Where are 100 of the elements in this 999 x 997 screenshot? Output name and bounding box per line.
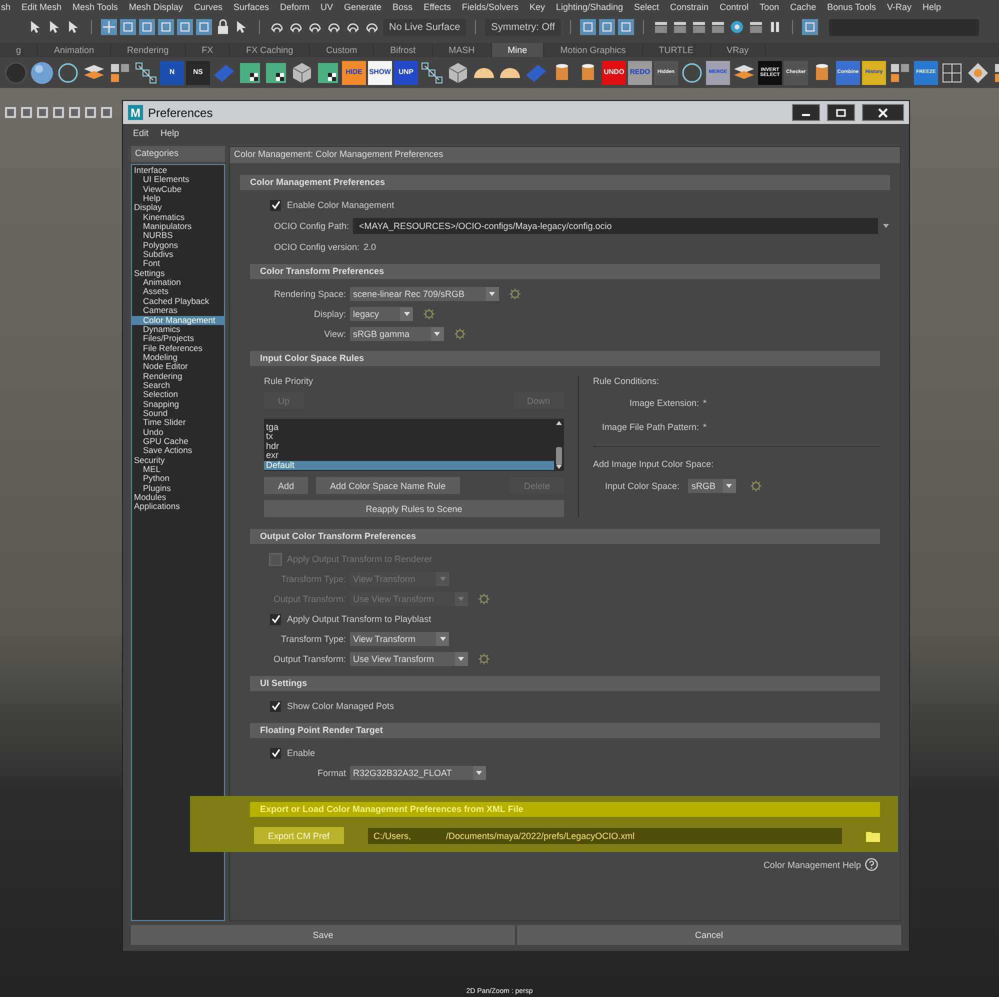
category-item[interactable]: NURBS (132, 231, 224, 241)
scrollbar[interactable] (554, 419, 564, 471)
checkbox[interactable] (270, 748, 281, 758)
category-item[interactable]: Manipulators (132, 222, 224, 232)
viewport-tool-icon[interactable] (4, 106, 17, 119)
checker-icon[interactable] (316, 60, 340, 84)
category-item[interactable]: Sound (132, 408, 224, 418)
category-item[interactable]: UI Elements (132, 175, 224, 185)
dialog-button[interactable]: Save (131, 925, 515, 945)
dropdown[interactable]: sRGB (688, 479, 736, 493)
rule-item[interactable]: exr (264, 451, 554, 461)
category-item[interactable]: Selection (132, 390, 224, 400)
menu-item[interactable]: Key (529, 2, 545, 12)
category-item[interactable]: Files/Projects (132, 334, 224, 344)
clapper-icon[interactable] (652, 19, 669, 35)
viewport-tool-icon[interactable] (68, 106, 81, 119)
category-item[interactable]: Assets (132, 287, 224, 297)
menu-item[interactable]: Bonus Tools (827, 2, 876, 12)
nodes-icon[interactable] (134, 60, 158, 84)
cube-icon[interactable] (290, 60, 314, 84)
lock-icon[interactable] (215, 19, 231, 35)
category-item[interactable]: Security (132, 456, 224, 465)
menu-item[interactable]: Lighting/Shading (556, 2, 624, 12)
category-item[interactable]: Settings (132, 268, 224, 278)
category-item[interactable]: Polygons (132, 240, 224, 250)
plus-icon[interactable] (101, 19, 117, 35)
menu-item[interactable]: Control (720, 2, 749, 12)
viewport-tool-icon[interactable] (84, 106, 97, 119)
button[interactable]: Add (264, 477, 308, 494)
square-icon[interactable] (618, 19, 634, 35)
menu-item[interactable]: Fields/Solvers (462, 2, 518, 12)
gear-icon[interactable] (423, 308, 436, 320)
category-item[interactable]: ViewCube (132, 184, 224, 194)
ring-icon[interactable] (728, 19, 745, 35)
category-item[interactable]: Dynamics (132, 324, 224, 334)
menu-item[interactable]: Edit Mesh (22, 2, 62, 12)
category-item[interactable]: Display (132, 203, 224, 213)
dropdown[interactable]: View Transform (350, 632, 450, 646)
category-item[interactable]: Save Actions (132, 446, 224, 456)
path-field[interactable]: <MAYA_RESOURCES>/OCIO-configs/Maya-legacy/config.ocio (353, 218, 878, 234)
close-button[interactable] (862, 104, 904, 121)
viewport-tool-icon[interactable] (100, 106, 113, 119)
category-item[interactable]: Undo (132, 428, 224, 437)
category-item[interactable]: File References (132, 344, 224, 353)
caret-icon[interactable] (882, 222, 890, 230)
button[interactable]: Reapply Rules to Scene (264, 500, 564, 517)
live-surface-field[interactable]: No Live Surface (383, 18, 466, 36)
checkbox[interactable] (270, 614, 281, 624)
ring-icon[interactable] (680, 60, 704, 84)
category-item[interactable]: Cameras (132, 306, 224, 316)
menu-item[interactable]: Cache (790, 2, 816, 12)
category-item[interactable]: Animation (132, 278, 224, 288)
category-item[interactable]: Node Editor (132, 362, 224, 372)
help-icon[interactable] (865, 858, 878, 871)
category-item[interactable]: GPU Cache (132, 436, 224, 446)
clapper-icon[interactable] (690, 19, 707, 35)
menu-item[interactable]: Select (634, 2, 660, 12)
category-item[interactable]: MEL (132, 465, 224, 474)
menu-item[interactable]: V-Ray (887, 2, 912, 12)
menu-item[interactable]: Boss (392, 2, 413, 12)
button[interactable]: Add Color Space Name Rule (316, 477, 460, 494)
viewport-tool-icon[interactable] (36, 106, 49, 119)
dropdown[interactable]: Use View Transform (350, 652, 468, 666)
dropdown[interactable]: scene-linear Rec 709/sRGB (350, 287, 499, 301)
category-item[interactable]: Plugins (132, 484, 224, 494)
category-item[interactable]: Python (132, 474, 224, 484)
category-item[interactable]: Search (132, 380, 224, 390)
category-item[interactable]: Applications (132, 502, 224, 512)
gear-icon[interactable] (750, 480, 762, 492)
menu-item[interactable]: Mesh Display (128, 2, 183, 12)
checker-icon[interactable] (264, 60, 288, 84)
nodes-icon[interactable] (420, 60, 444, 84)
category-item[interactable]: Snapping (132, 400, 224, 409)
square-icon[interactable] (598, 19, 615, 35)
viewport-tool-icon[interactable] (20, 106, 33, 119)
minimize-button[interactable] (792, 104, 820, 121)
menu-item[interactable]: Help (922, 2, 942, 12)
menu-item[interactable]: sh (1, 2, 11, 12)
help-link[interactable]: Color Management Help (763, 860, 861, 870)
menu-item[interactable]: Generate (344, 2, 382, 12)
gear-icon[interactable] (508, 288, 521, 300)
checker-icon[interactable] (238, 60, 262, 84)
square-icon[interactable] (580, 19, 596, 35)
ring-icon[interactable] (56, 60, 80, 84)
rule-item[interactable]: tga (264, 423, 554, 432)
category-item[interactable]: Interface (132, 166, 224, 176)
square-icon[interactable] (802, 19, 818, 35)
cube-icon[interactable] (446, 60, 470, 84)
dropdown[interactable]: sRGB gamma (350, 327, 444, 341)
menu-item[interactable]: Edit (133, 128, 149, 138)
category-item[interactable]: Font (132, 259, 224, 269)
category-item[interactable]: Rendering (132, 372, 224, 381)
menu-item[interactable]: Effects (424, 2, 451, 12)
grid-icon[interactable] (940, 60, 964, 84)
rule-item[interactable]: Default (264, 460, 554, 470)
menu-item[interactable]: Constrain (670, 2, 709, 12)
clapper-icon[interactable] (710, 19, 726, 35)
dialog-button[interactable]: Cancel (517, 925, 901, 945)
path-field[interactable]: C:/Users, /Documents/maya/2022/prefs/LegacyOCIO.xml (368, 828, 842, 844)
category-item[interactable]: Color Management (132, 316, 224, 325)
